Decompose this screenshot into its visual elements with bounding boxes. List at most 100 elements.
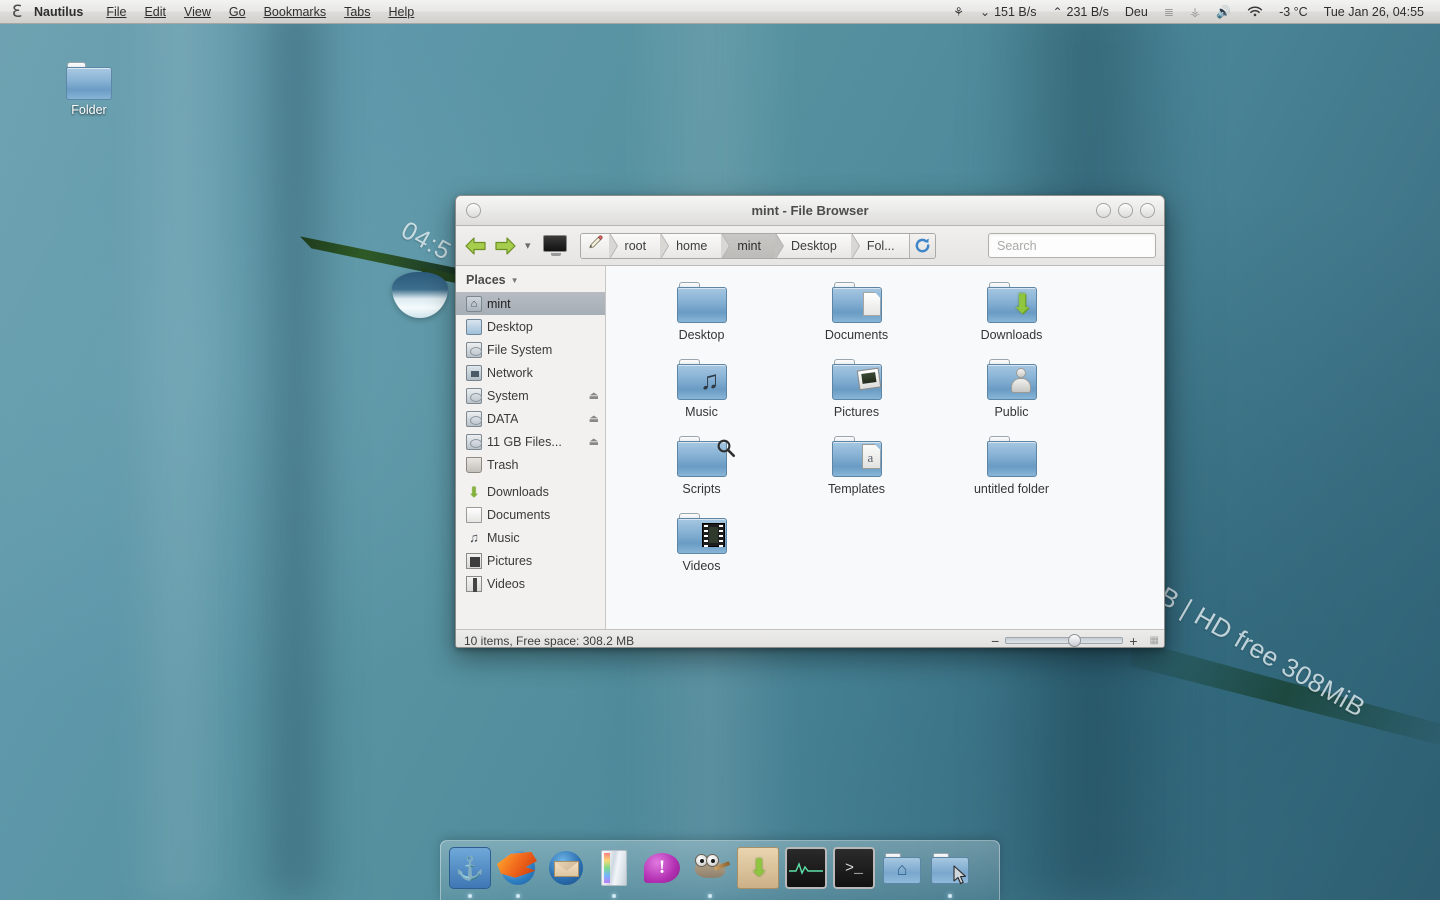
- file-item-label: Videos: [682, 559, 721, 573]
- sidebar-item-file-system[interactable]: File System: [456, 338, 605, 361]
- history-dropdown-button[interactable]: ▾: [522, 239, 534, 252]
- zoom-out-button[interactable]: −: [991, 634, 999, 648]
- clock-indicator[interactable]: Tue Jan 26, 04:55: [1316, 5, 1432, 19]
- eject-icon[interactable]: ⏏: [589, 435, 599, 448]
- download-rate-indicator[interactable]: ⌄ 151 B/s: [972, 5, 1044, 19]
- sidebar-item-system[interactable]: System ⏏: [456, 384, 605, 407]
- desktop-icon-folder[interactable]: Folder: [48, 62, 130, 117]
- menu-bookmarks[interactable]: Bookmarks: [255, 0, 336, 24]
- dock-item-docky-anchor[interactable]: ⚓: [447, 847, 493, 899]
- window-menu-button[interactable]: [466, 203, 481, 218]
- file-item-scripts[interactable]: Scripts: [624, 436, 779, 513]
- terminal-icon: >_: [833, 847, 875, 889]
- dock-item-prism[interactable]: [591, 847, 637, 899]
- document-emblem-icon: [862, 292, 881, 316]
- upload-speed-icon: ⌃: [1052, 4, 1063, 19]
- places-sidebar: Places ▼ mint Desktop File System Networ…: [456, 266, 606, 629]
- file-item-music[interactable]: ♫ Music: [624, 359, 779, 436]
- dock-item-gimp[interactable]: [687, 847, 733, 899]
- download-arrow-emblem-icon: ⬇: [1010, 289, 1034, 319]
- folder-icon: ♫: [676, 359, 727, 401]
- folder-icon: ⬇: [986, 282, 1037, 324]
- sidebar-item-mint[interactable]: mint: [456, 292, 605, 315]
- computer-monitor-icon[interactable]: [542, 234, 569, 257]
- dock-item-file-browser[interactable]: [927, 847, 973, 899]
- folder-icon: [676, 436, 735, 478]
- package-box-icon: ⬇: [737, 847, 779, 889]
- zoom-in-button[interactable]: +: [1129, 634, 1137, 648]
- menu-help[interactable]: Help: [380, 0, 424, 24]
- search-input[interactable]: [997, 238, 1158, 253]
- sidebar-item-data[interactable]: DATA ⏏: [456, 407, 605, 430]
- eject-icon[interactable]: ⏏: [589, 389, 599, 402]
- mint-logo-icon[interactable]: ℇ: [0, 0, 34, 24]
- file-item-documents[interactable]: Documents: [779, 282, 934, 359]
- back-button[interactable]: [464, 236, 488, 256]
- magnifier-emblem-icon: [716, 438, 736, 458]
- file-browser-icon: [929, 847, 971, 889]
- window-titlebar[interactable]: mint - File Browser: [456, 196, 1164, 226]
- dock-item-package-installer[interactable]: ⬇: [735, 847, 781, 899]
- sidebar-item-11gb-files[interactable]: 11 GB Files... ⏏: [456, 430, 605, 453]
- volume-indicator[interactable]: 🔊: [1208, 6, 1239, 18]
- dock-item-thunderbird[interactable]: [543, 847, 589, 899]
- file-item-desktop[interactable]: Desktop: [624, 282, 779, 359]
- sidebar-item-trash[interactable]: Trash: [456, 453, 605, 476]
- keyboard-layout-text: Deu: [1124, 4, 1148, 19]
- sidebar-item-label: Videos: [487, 576, 525, 591]
- sidebar-item-music[interactable]: Music: [456, 526, 605, 549]
- sidebar-item-network[interactable]: Network: [456, 361, 605, 384]
- bluetooth-indicator[interactable]: ⚶: [1182, 6, 1208, 18]
- folder-icon: [676, 513, 727, 555]
- temperature-indicator[interactable]: -3 °C: [1271, 5, 1316, 19]
- file-item-downloads[interactable]: ⬇ Downloads: [934, 282, 1089, 359]
- menu-tabs[interactable]: Tabs: [335, 0, 379, 24]
- sidebar-item-downloads[interactable]: Downloads: [456, 480, 605, 503]
- zoom-slider[interactable]: [1005, 634, 1124, 647]
- sidebar-item-videos[interactable]: Videos: [456, 572, 605, 595]
- menu-file[interactable]: File: [97, 0, 135, 24]
- search-box[interactable]: [988, 233, 1158, 258]
- eject-icon[interactable]: ⏏: [589, 412, 599, 425]
- sidebar-item-desktop[interactable]: Desktop: [456, 315, 605, 338]
- forward-button[interactable]: [493, 236, 517, 256]
- file-icon-view[interactable]: Desktop Documents ⬇ Downloads ♫ Music Pi…: [606, 266, 1164, 629]
- file-item-public[interactable]: Public: [934, 359, 1089, 436]
- zoom-control[interactable]: − + ▦: [991, 634, 1160, 648]
- upload-rate-text: 231 B/s: [1066, 4, 1109, 19]
- close-button[interactable]: [1140, 203, 1155, 218]
- resize-grip[interactable]: ▦: [1150, 635, 1160, 646]
- breadcrumb-desktop[interactable]: Desktop: [774, 233, 860, 258]
- upload-rate-indicator[interactable]: ⌃ 231 B/s: [1044, 5, 1116, 19]
- wifi-indicator[interactable]: [1239, 6, 1271, 18]
- file-item-pictures[interactable]: Pictures: [779, 359, 934, 436]
- menu-edit[interactable]: Edit: [135, 0, 175, 24]
- file-item-templates[interactable]: Templates: [779, 436, 934, 513]
- sidebar-item-documents[interactable]: Documents: [456, 503, 605, 526]
- wifi-icon: [1247, 6, 1263, 16]
- dock-item-home-folder[interactable]: ⌂: [879, 847, 925, 899]
- refresh-button[interactable]: [908, 233, 935, 258]
- system-tray: ⚘ ⌄ 151 B/s ⌃ 231 B/s Deu ≣ ⚶ 🔊 -3 °C Tu…: [945, 5, 1440, 19]
- dock-item-firefox[interactable]: [495, 847, 541, 899]
- tray-menu-button[interactable]: ≣: [1156, 6, 1182, 18]
- breadcrumb-home[interactable]: home: [660, 233, 731, 258]
- minimize-button[interactable]: [1096, 203, 1111, 218]
- keyboard-layout-indicator[interactable]: Deu: [1117, 5, 1156, 19]
- person-emblem-icon: [1010, 368, 1031, 394]
- menu-go[interactable]: Go: [220, 0, 255, 24]
- sidebar-item-pictures[interactable]: Pictures: [456, 549, 605, 572]
- file-item-untitled-folder[interactable]: untitled folder: [934, 436, 1089, 513]
- menu-view[interactable]: View: [175, 0, 220, 24]
- file-item-videos[interactable]: Videos: [624, 513, 779, 590]
- places-header[interactable]: Places ▼: [456, 269, 605, 292]
- maximize-button[interactable]: [1118, 203, 1133, 218]
- file-browser-window[interactable]: mint - File Browser ▾ root home mint Des…: [455, 195, 1165, 648]
- dock-item-terminal[interactable]: >_: [831, 847, 877, 899]
- running-indicator: [468, 894, 472, 898]
- dock-item-pidgin[interactable]: !: [639, 847, 685, 899]
- network-plug-indicator[interactable]: ⚘: [945, 6, 972, 18]
- edit-location-button[interactable]: [580, 233, 618, 258]
- dock-item-system-monitor[interactable]: [783, 847, 829, 899]
- zoom-slider-handle[interactable]: [1068, 634, 1082, 647]
